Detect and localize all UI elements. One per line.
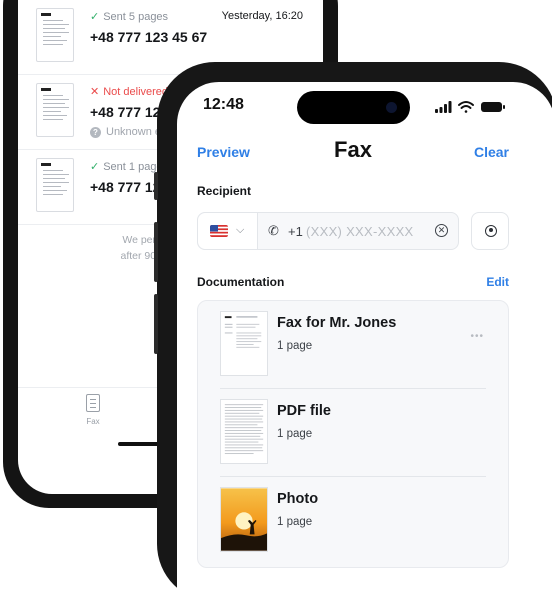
photo-thumbnail <box>220 487 268 552</box>
document-name: PDF file <box>277 403 331 419</box>
document-pages: 1 page <box>277 516 313 528</box>
history-number: +48 777 12 <box>90 179 161 195</box>
letter-thumbnail <box>220 311 268 376</box>
country-code: +1 <box>288 224 303 239</box>
camera-icon <box>386 102 397 113</box>
dynamic-island <box>297 91 410 124</box>
document-pages: 1 page <box>277 340 313 352</box>
wifi-icon <box>458 101 474 113</box>
fax-thumbnail <box>36 83 74 137</box>
fax-thumbnail <box>36 8 74 62</box>
pdf-thumbnail <box>220 399 268 464</box>
volume-button <box>154 222 158 282</box>
x-icon: ✕ <box>90 86 100 98</box>
phone-number-input[interactable]: (XXX) XXX-XXXX <box>306 224 414 239</box>
chevron-down-icon: ⌵ <box>236 224 245 236</box>
status-time: 12:48 <box>203 96 244 113</box>
history-number: +48 777 123 45 67 <box>90 29 208 45</box>
fax-compose-screen: 12:48 Preview Fax Clear Recipient ⌵ ✆ +1… <box>177 82 552 602</box>
document-name: Fax for Mr. Jones <box>277 315 397 331</box>
documentation-label: Documentation <box>197 275 285 289</box>
document-item[interactable]: PDF file 1 page <box>220 389 486 477</box>
document-item[interactable]: Photo 1 page <box>220 477 486 565</box>
phone-icon: ✆ <box>268 223 279 238</box>
edit-button[interactable]: Edit <box>486 275 509 289</box>
battery-icon <box>481 102 505 112</box>
more-options-icon[interactable]: ••• <box>470 331 484 342</box>
volume-button <box>154 294 158 354</box>
recipient-label: Recipient <box>197 184 252 198</box>
check-icon: ✓ <box>90 161 100 173</box>
document-pages: 1 page <box>277 428 313 440</box>
history-substatus: ? Unknown e <box>90 126 161 138</box>
history-status: ✕ Not delivered <box>90 86 169 98</box>
help-icon: ? <box>90 127 101 138</box>
contacts-button[interactable] <box>471 212 509 250</box>
contact-person-icon <box>485 225 497 237</box>
fax-thumbnail <box>36 158 74 212</box>
document-name: Photo <box>277 491 319 507</box>
recipient-phone-field: ⌵ ✆ +1 (XXX) XXX-XXXX ✕ <box>197 212 459 250</box>
system-status-icons <box>435 101 505 113</box>
check-icon: ✓ <box>90 11 100 23</box>
document-item[interactable]: Fax for Mr. Jones 1 page ••• <box>220 301 486 389</box>
clear-button[interactable]: Clear <box>474 144 509 160</box>
documents-list: Fax for Mr. Jones 1 page ••• PDF file 1 … <box>197 300 509 568</box>
history-time: Yesterday, 16:20 <box>221 10 303 22</box>
us-flag-icon <box>210 225 228 237</box>
signal-icon <box>435 101 452 113</box>
mute-switch <box>154 172 158 200</box>
front-phone: 12:48 Preview Fax Clear Recipient ⌵ ✆ +1… <box>154 62 552 602</box>
history-status: ✓ Sent 5 pages <box>90 11 169 23</box>
clear-input-icon[interactable]: ✕ <box>435 224 448 237</box>
fax-document-icon <box>86 394 100 412</box>
country-picker[interactable]: ⌵ <box>198 213 258 249</box>
tab-fax-label: Fax <box>86 417 100 426</box>
tab-fax[interactable]: Fax <box>73 394 113 426</box>
history-status: ✓ Sent 1 page <box>90 161 163 173</box>
